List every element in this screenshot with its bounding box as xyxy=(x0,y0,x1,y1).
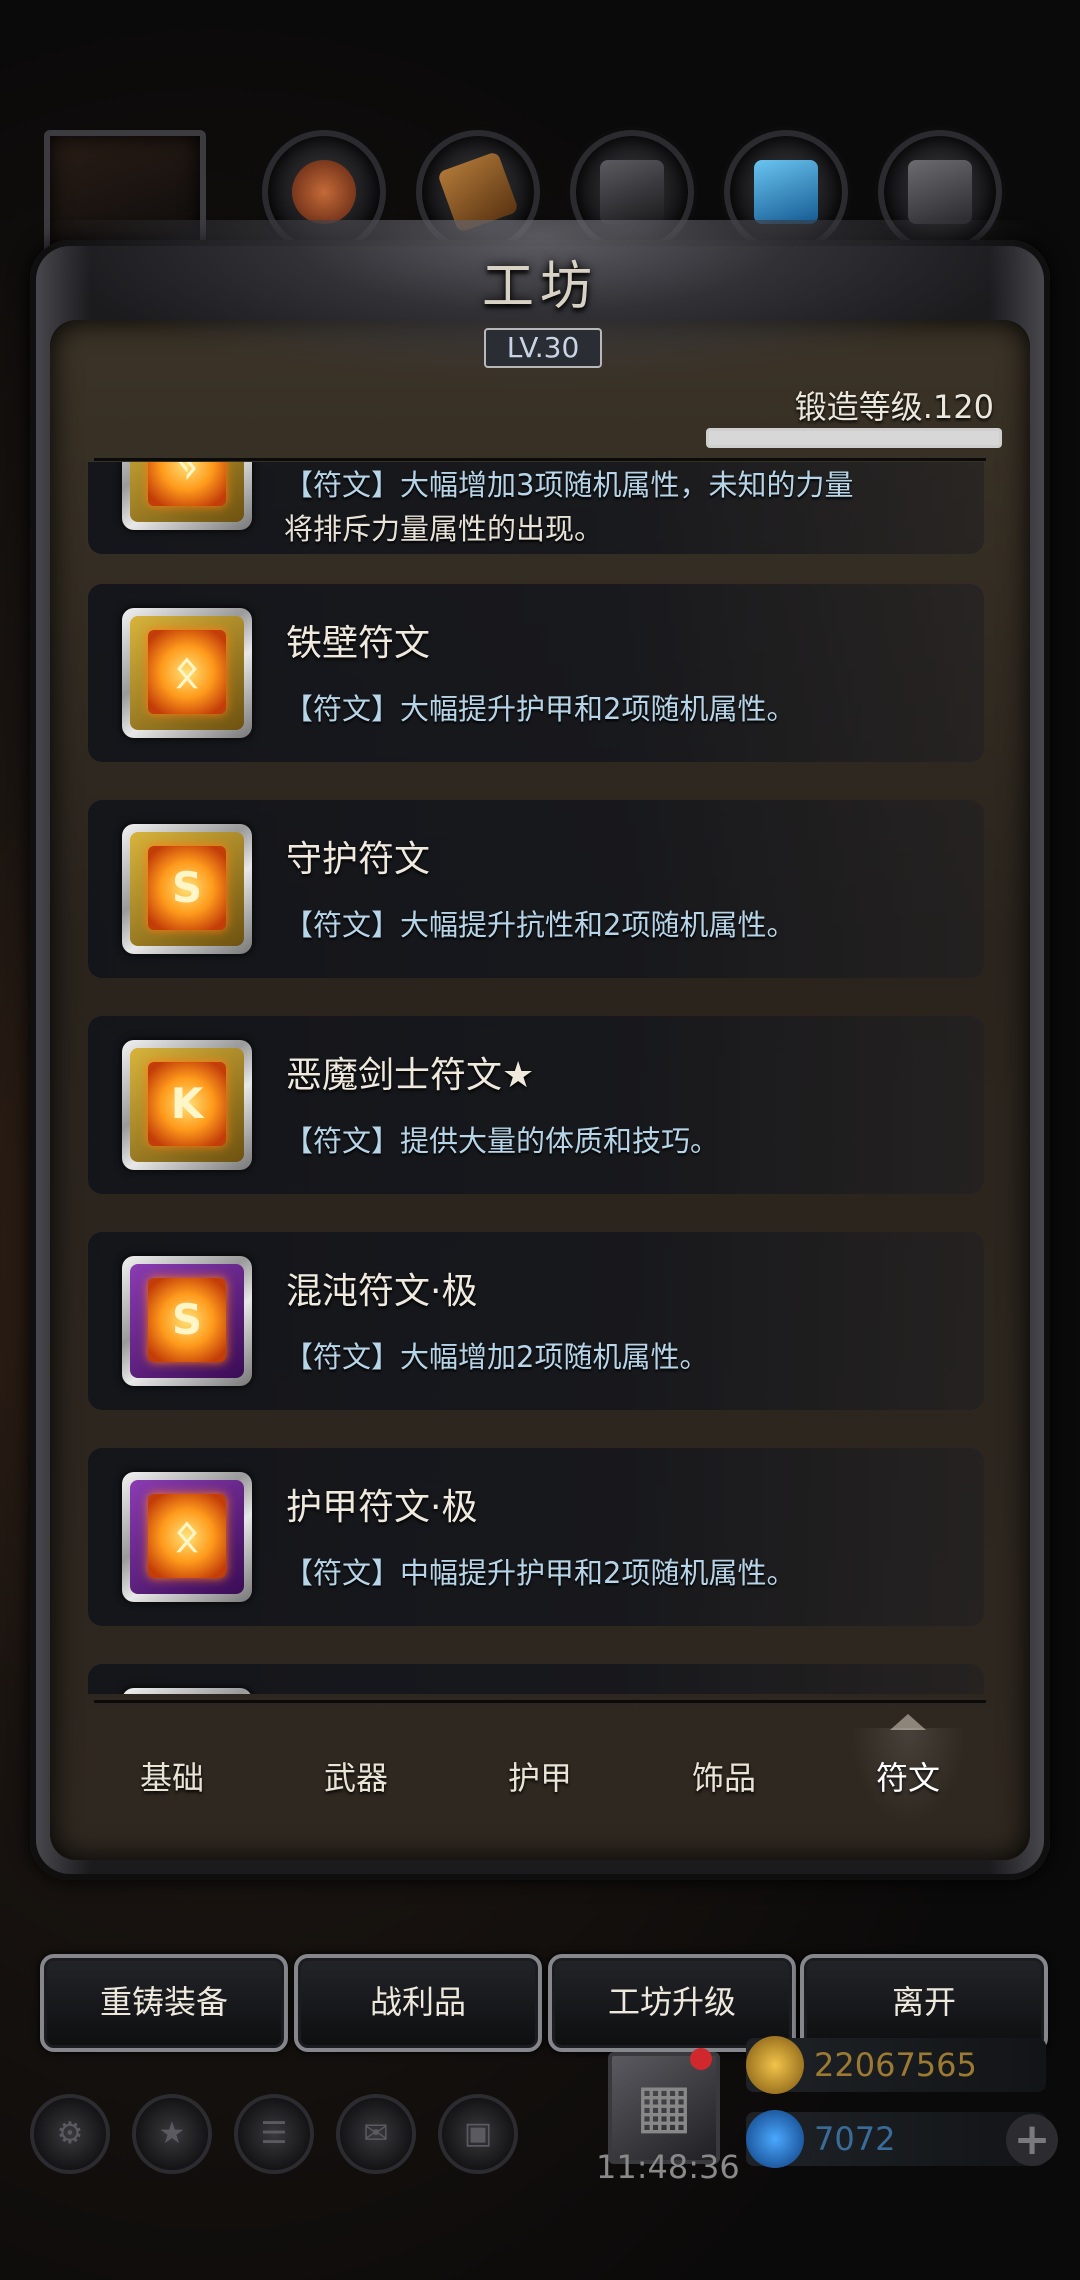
rune-card[interactable]: ᛃ 【符文】大幅增加3项随机属性，未知的力量 将排斥力量属性的出现。 xyxy=(88,462,984,554)
page-title: 工坊 xyxy=(481,257,598,317)
rune-card[interactable]: S 混沌符文·极 【符文】大幅增加2项随机属性。 xyxy=(88,1232,984,1410)
gold-icon xyxy=(746,2036,804,2094)
rune-card[interactable]: K 恶魔剑士符文★ 【符文】提供大量的体质和技巧。 xyxy=(88,1016,984,1194)
rune-icon: ᛟ xyxy=(122,1472,252,1602)
gem-icon xyxy=(746,2110,804,2168)
list-top-divider xyxy=(94,458,986,461)
category-tabs: 基础 武器 护甲 饰品 符文 xyxy=(80,1718,1000,1838)
rune-card[interactable] xyxy=(88,1664,984,1694)
forge-progress-bar xyxy=(706,428,1002,448)
tab-weapon[interactable]: 武器 xyxy=(264,1718,448,1838)
tab-rune[interactable]: 符文 xyxy=(816,1718,1000,1838)
tab-basic[interactable]: 基础 xyxy=(80,1718,264,1838)
add-gems-button[interactable]: + xyxy=(1006,2114,1058,2166)
gem-counter: 7072 xyxy=(746,2110,1046,2168)
rune-desc: 【符文】大幅增加2项随机属性。 xyxy=(284,1340,709,1374)
rune-name: 护甲符文·极 xyxy=(286,1487,478,1528)
rune-card[interactable]: ᛟ 铁壁符文 【符文】大幅提升护甲和2项随机属性。 xyxy=(88,584,984,762)
rune-desc: 【符文】提供大量的体质和技巧。 xyxy=(284,1124,720,1158)
rune-card[interactable]: S 守护符文 【符文】大幅提升抗性和2项随机属性。 xyxy=(88,800,984,978)
tab-accessory[interactable]: 饰品 xyxy=(632,1718,816,1838)
rune-name: 混沌符文·极 xyxy=(286,1271,478,1312)
forge-level-label: 锻造等级.120 xyxy=(794,388,994,426)
reforge-button[interactable]: 重铸装备 xyxy=(40,1954,288,2052)
action-bar: 重铸装备 战利品 工坊升级 离开 xyxy=(40,1954,1048,2052)
rune-name: 守护符文 xyxy=(286,839,431,880)
loot-button[interactable]: 战利品 xyxy=(294,1954,542,2052)
rune-desc: 【符文】大幅提升护甲和2项随机属性。 xyxy=(284,692,796,726)
rune-desc: 【符文】大幅提升抗性和2项随机属性。 xyxy=(284,908,796,942)
settings-icon[interactable]: ⚙ xyxy=(30,2094,110,2174)
rune-icon: S xyxy=(122,1256,252,1386)
rune-name: 铁壁符文 xyxy=(286,623,431,664)
rune-list[interactable]: ᛃ 【符文】大幅增加3项随机属性，未知的力量 将排斥力量属性的出现。 ᛟ 铁壁符… xyxy=(84,462,996,1694)
rune-desc: 【符文】中幅提升护甲和2项随机属性。 xyxy=(284,1556,796,1590)
rune-name: 恶魔剑士符文★ xyxy=(286,1055,535,1096)
timer-label: 11:48:36 xyxy=(596,2148,740,2186)
achievement-icon[interactable]: ★ xyxy=(132,2094,212,2174)
rune-desc-line2: 将排斥力量属性的出现。 xyxy=(284,512,604,546)
workshop-level-badge: LV.30 xyxy=(484,328,602,368)
rune-icon: S xyxy=(122,824,252,954)
rune-icon xyxy=(122,1688,252,1694)
leaderboard-icon[interactable]: ☰ xyxy=(234,2094,314,2174)
notification-dot xyxy=(690,2048,712,2070)
tab-armor[interactable]: 护甲 xyxy=(448,1718,632,1838)
mail-icon[interactable]: ✉ xyxy=(336,2094,416,2174)
inventory-icon[interactable]: ▣ xyxy=(438,2094,518,2174)
rune-icon: ᛟ xyxy=(122,608,252,738)
rune-icon: ᛃ xyxy=(122,462,252,530)
rune-icon: K xyxy=(122,1040,252,1170)
rune-card[interactable]: ᛟ 护甲符文·极 【符文】中幅提升护甲和2项随机属性。 xyxy=(88,1448,984,1626)
rune-desc: 【符文】大幅增加3项随机属性，未知的力量 xyxy=(284,468,854,502)
list-bottom-divider xyxy=(94,1700,986,1703)
gold-counter: 22067565 xyxy=(746,2036,1046,2094)
